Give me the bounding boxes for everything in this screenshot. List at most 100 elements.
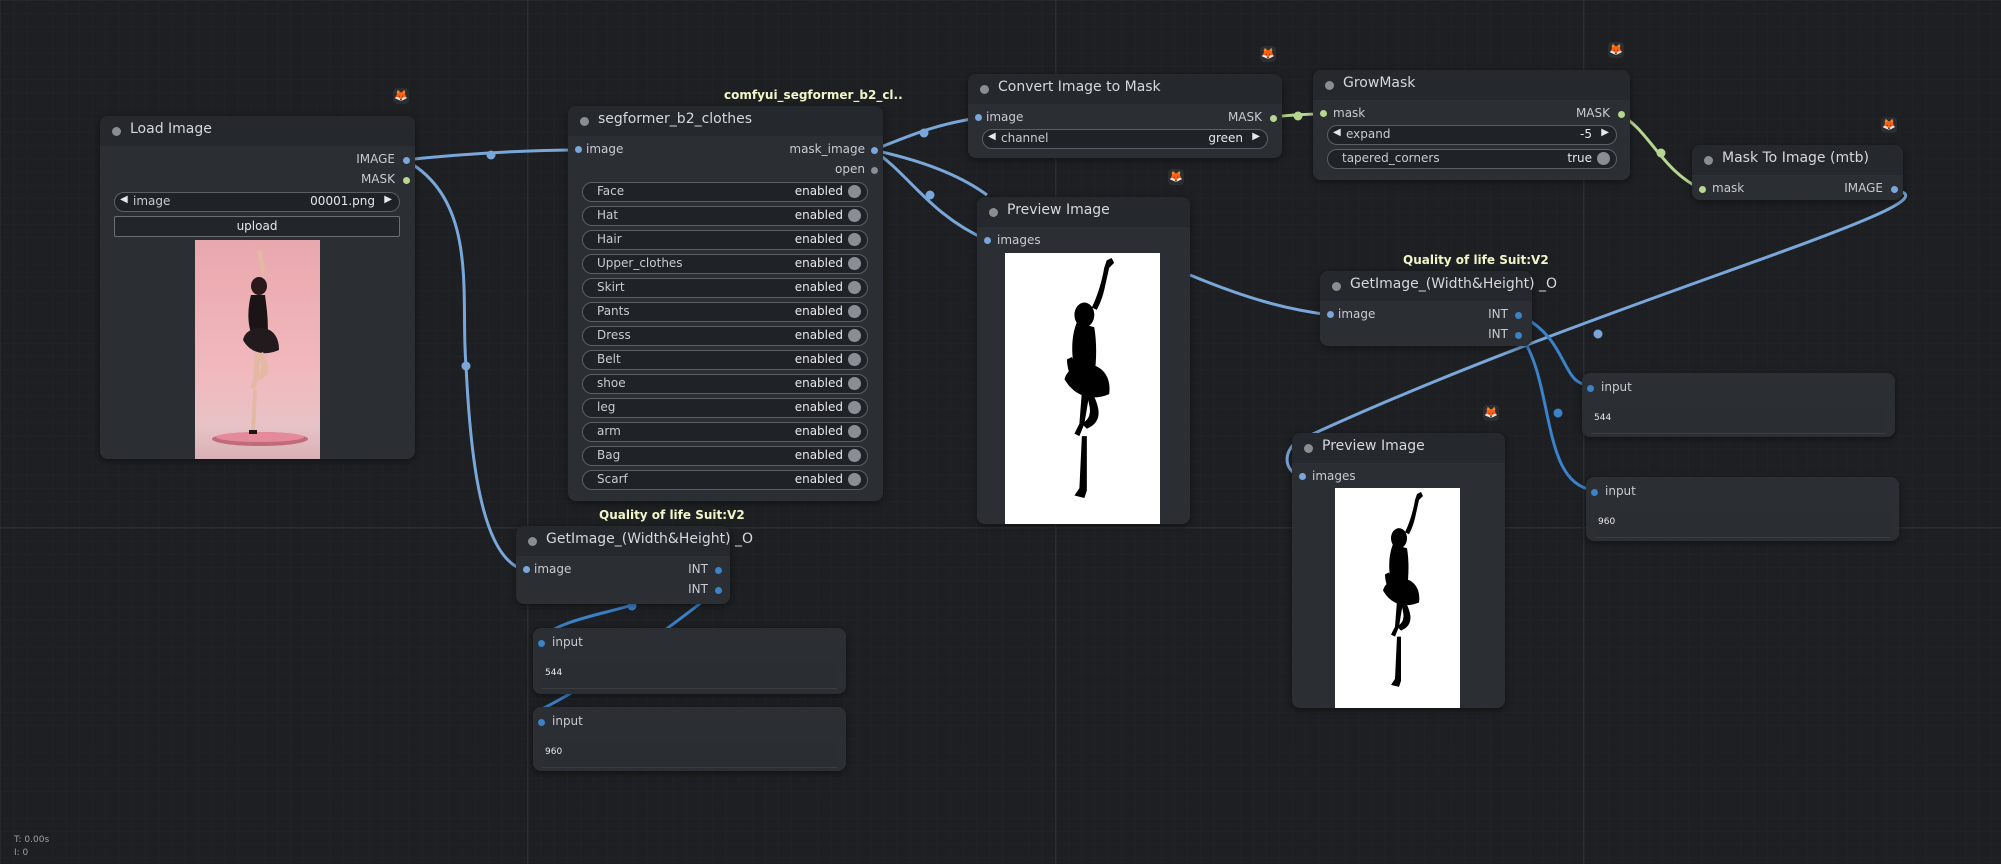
output-slot-image[interactable] <box>403 157 410 164</box>
reroute-dot[interactable] <box>486 150 496 160</box>
option-toggle-skirt[interactable]: Skirt enabled <box>582 278 868 298</box>
collapse-dot-icon[interactable] <box>989 208 998 217</box>
input-node[interactable]: input 544 <box>1582 373 1895 437</box>
toggle-knob-icon[interactable] <box>1597 152 1610 165</box>
number-field[interactable]: 544 <box>542 662 837 689</box>
toggle-knob-icon[interactable] <box>848 401 861 414</box>
option-toggle-leg[interactable]: leg enabled <box>582 398 868 418</box>
toggle-knob-icon[interactable] <box>848 281 861 294</box>
option-toggle-upper_clothes[interactable]: Upper_clothes enabled <box>582 254 868 274</box>
option-toggle-face[interactable]: Face enabled <box>582 182 868 202</box>
output-slot-open[interactable] <box>871 167 878 174</box>
reroute-dot[interactable] <box>1553 408 1563 418</box>
collapse-dot-icon[interactable] <box>1304 444 1313 453</box>
input-slot-int[interactable] <box>1591 489 1598 496</box>
output-slot-int[interactable] <box>1515 312 1522 319</box>
arrow-right-icon[interactable]: ▶ <box>1601 127 1609 138</box>
input-slot-int[interactable] <box>538 719 545 726</box>
expand-number-widget[interactable]: ◀ expand -5 ▶ <box>1327 125 1617 145</box>
toggle-knob-icon[interactable] <box>848 209 861 222</box>
growmask-node[interactable]: 🦊 GrowMask mask MASK ◀ expand -5 ▶ taper… <box>1313 42 1630 180</box>
arrow-left-icon[interactable]: ◀ <box>1333 127 1341 138</box>
reroute-dot[interactable] <box>925 190 935 200</box>
toggle-knob-icon[interactable] <box>848 473 861 486</box>
node-header[interactable]: Load Image <box>100 116 415 146</box>
arrow-right-icon[interactable]: ▶ <box>384 194 392 205</box>
option-toggle-bag[interactable]: Bag enabled <box>582 446 868 466</box>
input-slot-mask[interactable] <box>1699 186 1706 193</box>
load-image-node[interactable]: 🦊 Load Image IMAGE MASK ◀ image 00001.pn… <box>100 88 415 459</box>
arrow-left-icon[interactable]: ◀ <box>988 131 996 142</box>
collapse-dot-icon[interactable] <box>1704 156 1713 165</box>
segformer-node[interactable]: segformer_b2_clothes image mask_image op… <box>568 106 883 501</box>
getimage1-node[interactable]: GetImage_(Width&Height) _O image INT INT <box>516 526 753 604</box>
collapse-dot-icon[interactable] <box>1325 81 1334 90</box>
node-header[interactable]: GrowMask <box>1313 70 1630 100</box>
output-slot-mask[interactable] <box>1270 115 1277 122</box>
option-toggle-pants[interactable]: Pants enabled <box>582 302 868 322</box>
output-slot-mask[interactable] <box>403 177 410 184</box>
input-slot-image[interactable] <box>1327 311 1334 318</box>
toggle-knob-icon[interactable] <box>848 329 861 342</box>
option-toggle-shoe[interactable]: shoe enabled <box>582 374 868 394</box>
collapse-dot-icon[interactable] <box>528 537 537 546</box>
tapered-corners-toggle[interactable]: tapered_corners true <box>1327 149 1617 169</box>
getimage2-node[interactable]: GetImage_(Width&Height) _O image INT INT <box>1320 271 1557 346</box>
input-slot-image[interactable] <box>975 114 982 121</box>
arrow-left-icon[interactable]: ◀ <box>120 194 128 205</box>
option-toggle-hat[interactable]: Hat enabled <box>582 206 868 226</box>
input-node[interactable]: input 960 <box>1586 477 1899 541</box>
option-toggle-scarf[interactable]: Scarf enabled <box>582 470 868 490</box>
convert-image-to-mask-node[interactable]: 🦊 Convert Image to Mask image MASK ◀ cha… <box>968 46 1282 158</box>
arrow-right-icon[interactable]: ▶ <box>1252 131 1260 142</box>
option-toggle-belt[interactable]: Belt enabled <box>582 350 868 370</box>
preview-image-node[interactable]: 🦊 Preview Image images <box>977 169 1190 524</box>
output-slot-mask[interactable] <box>1618 111 1625 118</box>
number-field[interactable]: 960 <box>1595 511 1890 538</box>
collapse-dot-icon[interactable] <box>580 117 589 126</box>
output-slot-int[interactable] <box>715 567 722 574</box>
option-toggle-dress[interactable]: Dress enabled <box>582 326 868 346</box>
input-slot-image[interactable] <box>523 566 530 573</box>
output-slot-image[interactable] <box>1891 186 1898 193</box>
node-header[interactable]: GetImage_(Width&Height) _O <box>516 526 753 556</box>
option-toggle-hair[interactable]: Hair enabled <box>582 230 868 250</box>
toggle-knob-icon[interactable] <box>848 305 861 318</box>
input-node[interactable]: input 544 <box>533 628 846 694</box>
toggle-knob-icon[interactable] <box>848 449 861 462</box>
node-header[interactable]: segformer_b2_clothes <box>568 106 883 136</box>
node-header[interactable]: Preview Image <box>1292 433 1505 463</box>
image-select-widget[interactable]: ◀ image 00001.png ▶ <box>114 192 400 212</box>
input-slot-image[interactable] <box>575 146 582 153</box>
option-toggle-arm[interactable]: arm enabled <box>582 422 868 442</box>
node-header[interactable]: Preview Image <box>977 197 1190 227</box>
input-slot-int[interactable] <box>538 640 545 647</box>
toggle-knob-icon[interactable] <box>848 185 861 198</box>
node-header[interactable]: GetImage_(Width&Height) _O <box>1320 271 1557 301</box>
input-slot-images[interactable] <box>1299 473 1306 480</box>
output-slot-mask-image[interactable] <box>871 147 878 154</box>
node-header[interactable]: Convert Image to Mask <box>968 74 1282 104</box>
input-slot-mask[interactable] <box>1320 110 1327 117</box>
upload-button[interactable]: upload <box>114 216 400 237</box>
toggle-knob-icon[interactable] <box>848 257 861 270</box>
number-field[interactable]: 544 <box>1591 407 1886 434</box>
reroute-dot[interactable] <box>1656 148 1666 158</box>
reroute-dot[interactable] <box>1293 111 1303 121</box>
output-slot-int[interactable] <box>1515 332 1522 339</box>
channel-select-widget[interactable]: ◀ channel green ▶ <box>982 129 1268 149</box>
preview-image-node[interactable]: 🦊 Preview Image images <box>1292 405 1505 708</box>
toggle-knob-icon[interactable] <box>848 377 861 390</box>
output-slot-int[interactable] <box>715 587 722 594</box>
reroute-dot[interactable] <box>461 361 471 371</box>
collapse-dot-icon[interactable] <box>112 127 121 136</box>
toggle-knob-icon[interactable] <box>848 233 861 246</box>
collapse-dot-icon[interactable] <box>980 85 989 94</box>
input-node[interactable]: input 960 <box>533 707 846 771</box>
toggle-knob-icon[interactable] <box>848 425 861 438</box>
reroute-dot[interactable] <box>919 128 929 138</box>
input-slot-int[interactable] <box>1587 385 1594 392</box>
number-field[interactable]: 960 <box>542 741 837 768</box>
toggle-knob-icon[interactable] <box>848 353 861 366</box>
input-slot-images[interactable] <box>984 237 991 244</box>
